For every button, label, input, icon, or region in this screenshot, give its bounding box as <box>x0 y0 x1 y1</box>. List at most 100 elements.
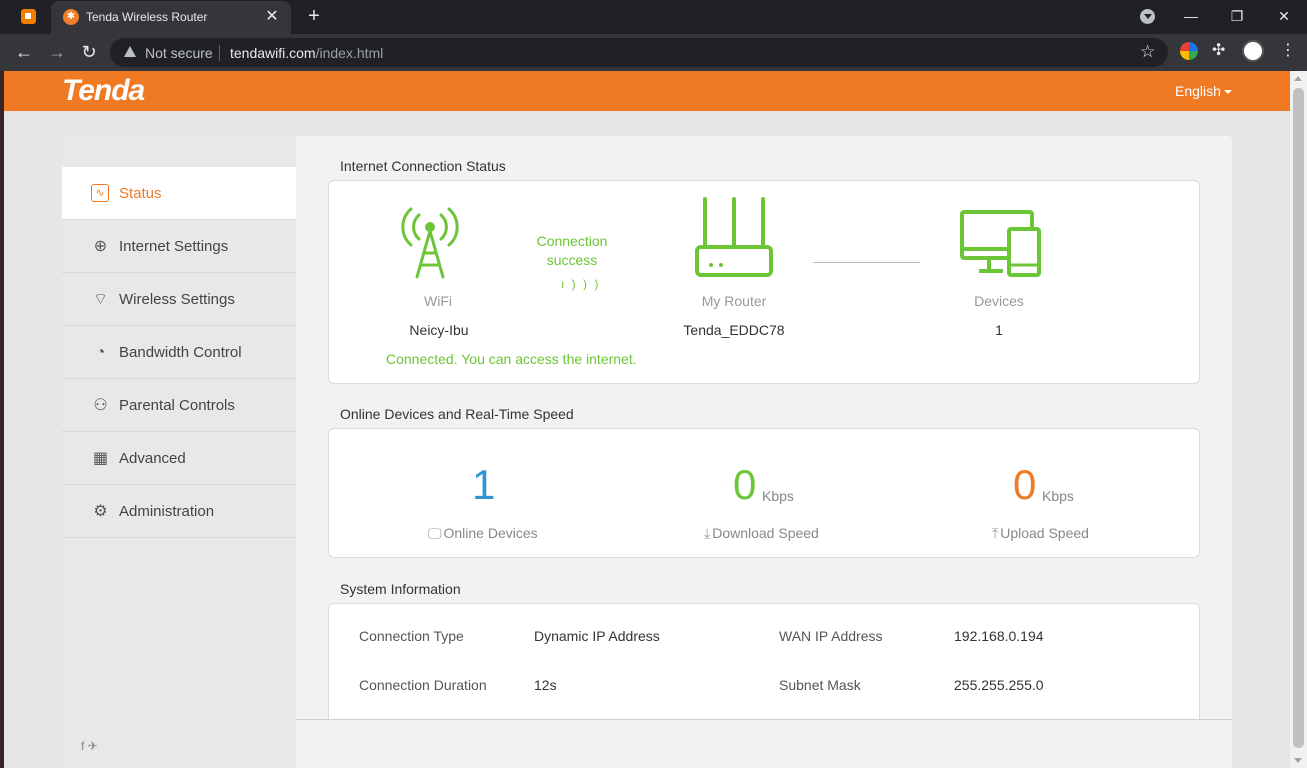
sidebar-item-label: Parental Controls <box>119 397 235 414</box>
connection-duration-label: Connection Duration <box>359 677 487 693</box>
realtime-title: Online Devices and Real-Time Speed <box>340 406 574 422</box>
devices-icon <box>960 210 1041 277</box>
upload-speed-label: ⤒ Upload Speed <box>992 525 1089 542</box>
monitor-icon: 🖵 <box>428 525 442 541</box>
devices-count: 1 <box>995 322 1003 338</box>
sidebar-item-label: Internet Settings <box>119 238 229 255</box>
tab-close-icon[interactable]: ✕ <box>262 7 282 27</box>
language-label: English <box>1175 83 1221 99</box>
main-content: Internet Connection Status WiFi Neicy-Ib… <box>296 136 1232 768</box>
chevron-down-icon <box>1223 90 1232 95</box>
download-icon: ⤓ <box>704 525 711 541</box>
footer-bar <box>296 719 1232 768</box>
connection-line <box>813 262 920 263</box>
window-close-button[interactable]: ✕ <box>1261 0 1307 32</box>
page-scrollbar[interactable] <box>1290 71 1307 768</box>
extension-icon[interactable] <box>1180 42 1198 60</box>
wan-ip-label: WAN IP Address <box>779 628 883 644</box>
url-path: /index.html <box>315 45 384 61</box>
sidebar-item-label: Bandwidth Control <box>119 344 242 361</box>
reload-icon[interactable]: ↻ <box>76 39 102 65</box>
signal-waves-icon: ı ) ) ) <box>561 277 601 291</box>
forward-arrow-icon[interactable]: → <box>44 39 70 65</box>
omnibox-divider <box>219 45 220 61</box>
sidebar-item-label: Administration <box>119 503 215 520</box>
download-speed-text: Download Speed <box>712 525 819 541</box>
sidebar-item-advanced[interactable]: ▦ Advanced <box>62 432 296 485</box>
scroll-thumb[interactable] <box>1293 88 1304 748</box>
social-links[interactable]: f ✈ <box>81 739 98 753</box>
grid-icon: ▦ <box>92 450 109 467</box>
internet-status-card: WiFi Neicy-Ibu Connection success ı ) ) … <box>328 180 1200 384</box>
sidebar-item-label: Advanced <box>119 450 186 467</box>
router-label: My Router <box>701 293 767 309</box>
puzzle-icon[interactable]: ✣ <box>1212 40 1230 59</box>
kebab-menu-icon[interactable]: ⋮ <box>1280 40 1298 59</box>
warning-icon[interactable] <box>124 46 136 57</box>
bookmark-star-icon[interactable]: ☆ <box>1140 42 1155 62</box>
new-tab-button[interactable]: + <box>302 4 326 28</box>
tab-title: Tenda Wireless Router <box>86 10 208 24</box>
browser-toolbar: ← → ↻ Not secure tendawifi.com/index.htm… <box>0 34 1307 71</box>
sidebar-item-wireless-settings[interactable]: ⌔ Wireless Settings <box>62 273 296 326</box>
sidebar-item-internet-settings[interactable]: ⊕ Internet Settings <box>62 220 296 273</box>
system-info-title: System Information <box>340 581 461 597</box>
connection-type-label: Connection Type <box>359 628 464 644</box>
wifi-name: Neicy-Ibu <box>409 322 469 338</box>
gauge-icon: ◔ <box>95 344 106 361</box>
security-label[interactable]: Not secure <box>145 45 213 61</box>
upload-speed-value: 0 <box>1013 461 1037 508</box>
subnet-mask-label: Subnet Mask <box>779 677 861 693</box>
wifi-icon: ⌔ <box>92 291 109 308</box>
connection-duration-value: 12s <box>534 677 557 693</box>
sidebar-item-administration[interactable]: ⚙ Administration <box>62 485 296 538</box>
url-host: tendawifi.com <box>230 45 316 61</box>
sidebar: ∿ Status ⊕ Internet Settings ⌔ Wireless … <box>62 136 296 768</box>
online-devices-label: 🖵 Online Devices <box>428 525 538 542</box>
scroll-down-arrow-icon[interactable] <box>1294 758 1302 763</box>
sidebar-item-label: Wireless Settings <box>119 291 235 308</box>
router-icon <box>695 197 773 277</box>
wifi-tower-icon <box>401 207 459 279</box>
connection-line2: success <box>546 252 598 268</box>
blogger-icon <box>21 9 36 24</box>
status-icon: ∿ <box>91 184 109 202</box>
sidebar-menu: ∿ Status ⊕ Internet Settings ⌔ Wireless … <box>62 167 296 538</box>
devices-label: Devices <box>974 293 1024 309</box>
internet-status-title: Internet Connection Status <box>340 158 506 174</box>
address-bar[interactable]: Not secure tendawifi.com/index.html ☆ <box>110 38 1168 67</box>
tab-search-icon[interactable] <box>1140 9 1155 24</box>
online-devices-count[interactable]: 1 <box>472 461 495 509</box>
online-devices-text: Online Devices <box>443 525 538 541</box>
upload-speed-text: Upload Speed <box>1000 525 1089 541</box>
connection-line1: Connection <box>536 233 608 249</box>
restore-button[interactable]: ❐ <box>1214 0 1260 32</box>
blogger-tab[interactable] <box>18 8 38 26</box>
scroll-up-arrow-icon[interactable] <box>1294 76 1302 81</box>
globe-icon: ⊕ <box>93 238 108 255</box>
download-speed-label: ⤓ Download Speed <box>704 525 819 542</box>
subnet-mask-value: 255.255.255.0 <box>954 677 1044 693</box>
sidebar-item-label: Status <box>119 185 162 202</box>
download-speed-value: 0 <box>733 461 757 508</box>
upload-unit: Kbps <box>1042 488 1074 504</box>
minimize-button[interactable]: — <box>1168 0 1214 32</box>
tenda-logo[interactable]: Tenda <box>62 74 145 108</box>
router-page: Tenda English ∿ Status ⊕ Internet Settin… <box>4 71 1290 768</box>
browser-tab-active[interactable]: ✱ Tenda Wireless Router ✕ <box>51 1 291 34</box>
profile-avatar[interactable] <box>1242 40 1264 62</box>
sidebar-item-bandwidth-control[interactable]: ◔ Bandwidth Control <box>62 326 296 379</box>
url-text[interactable]: tendawifi.com/index.html <box>230 45 383 61</box>
wan-ip-value: 192.168.0.194 <box>954 628 1044 644</box>
connection-type-value: Dynamic IP Address <box>534 628 660 644</box>
router-name: Tenda_EDDC78 <box>683 322 785 338</box>
language-selector[interactable]: English <box>1175 83 1232 99</box>
sidebar-item-status[interactable]: ∿ Status <box>62 167 296 220</box>
back-arrow-icon[interactable]: ← <box>11 39 37 65</box>
tenda-favicon-icon: ✱ <box>63 9 79 25</box>
upload-icon: ⤒ <box>992 525 999 541</box>
top-header: Tenda English <box>4 71 1290 111</box>
wifi-label: WiFi <box>424 293 452 309</box>
realtime-card: 1 🖵 Online Devices 0 Kbps ⤓ Download Speed… <box>328 428 1200 558</box>
sidebar-item-parental-controls[interactable]: ⚇ Parental Controls <box>62 379 296 432</box>
